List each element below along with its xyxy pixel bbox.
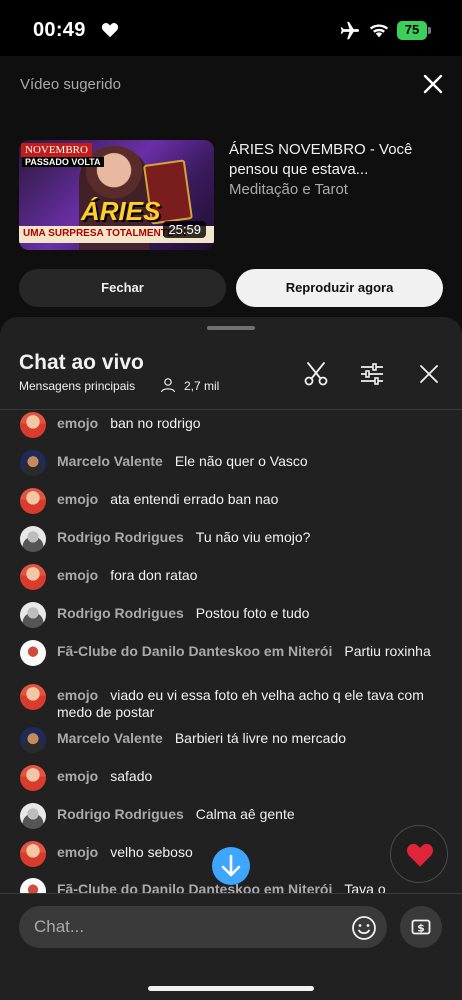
- money-icon: $: [411, 919, 431, 935]
- suggested-video-channel: Meditação e Tarot: [229, 181, 348, 198]
- message-author[interactable]: emojo: [57, 415, 98, 431]
- avatar[interactable]: [20, 765, 46, 791]
- avatar[interactable]: [20, 450, 46, 476]
- message-text: Tu não viu emojo?: [195, 529, 311, 545]
- message-text: fora don ratao: [110, 567, 198, 583]
- arrow-down-icon: [221, 854, 241, 877]
- avatar[interactable]: [20, 564, 46, 590]
- avatar[interactable]: [20, 684, 46, 710]
- scroll-to-bottom-button[interactable]: [212, 847, 250, 885]
- avatar[interactable]: [20, 526, 46, 552]
- emoji-icon[interactable]: [351, 915, 377, 941]
- message-text: Partiu roxinha: [344, 643, 431, 659]
- viewer-count: 2,7 mil: [184, 379, 220, 393]
- message-author[interactable]: emojo: [57, 567, 98, 583]
- heart-icon: [101, 23, 119, 38]
- thumbnail-badge-sub: PASSADO VOLTA: [22, 157, 104, 167]
- live-chat-sheet: Chat ao vivo Mensagens principais 2,7 mi…: [0, 317, 462, 1000]
- chat-title: Chat ao vivo: [19, 351, 144, 374]
- avatar[interactable]: [20, 841, 46, 867]
- close-button[interactable]: Fechar: [19, 269, 226, 307]
- message-text: Postou foto e tudo: [195, 605, 310, 621]
- heart-reaction-button[interactable]: [390, 825, 448, 883]
- suggested-video-title[interactable]: ÁRIES NOVEMBRO - Você pensou que estava.…: [229, 140, 429, 180]
- suggested-video-heading: Vídeo sugerido: [20, 76, 121, 93]
- wifi-icon: [369, 24, 389, 38]
- airplane-icon: [340, 21, 360, 40]
- play-now-button[interactable]: Reproduzir agora: [236, 269, 443, 307]
- status-bar: 00:49 75: [0, 0, 462, 56]
- message-author[interactable]: Rodrigo Rodrigues: [57, 806, 184, 822]
- message-author[interactable]: Rodrigo Rodrigues: [57, 605, 184, 621]
- avatar[interactable]: [20, 878, 46, 893]
- message-text: Barbieri tá livre no mercado: [174, 730, 347, 746]
- video-thumbnail[interactable]: NOVEMBRO PASSADO VOLTA ÁRIES UMA SURPRES…: [19, 140, 214, 250]
- super-chat-button[interactable]: $: [400, 906, 442, 948]
- message-author[interactable]: Marcelo Valente: [57, 453, 163, 469]
- message-author[interactable]: emojo: [57, 844, 98, 860]
- battery-level: 75: [404, 22, 420, 37]
- heart-reaction-icon: [407, 843, 433, 867]
- message-text: ban no rodrigo: [110, 415, 201, 431]
- message-text: safado: [110, 768, 153, 784]
- message-author[interactable]: Marcelo Valente: [57, 730, 163, 746]
- message-author[interactable]: emojo: [57, 491, 98, 507]
- message-author[interactable]: Rodrigo Rodrigues: [57, 529, 184, 545]
- message-author[interactable]: Fã-Clube do Danilo Danteskoo em Niterói: [57, 881, 332, 893]
- thumbnail-badge-month: NOVEMBRO: [21, 143, 92, 157]
- message-text: viado eu vi essa foto eh velha acho q el…: [57, 687, 424, 720]
- drag-handle[interactable]: [207, 326, 255, 330]
- thumbnail-sign: ÁRIES: [81, 196, 161, 226]
- avatar[interactable]: [20, 727, 46, 753]
- close-chat-icon[interactable]: [415, 360, 443, 388]
- scissors-icon[interactable]: [302, 360, 330, 388]
- chat-input[interactable]: [19, 906, 387, 948]
- message-author[interactable]: emojo: [57, 768, 98, 784]
- close-icon[interactable]: [421, 72, 445, 96]
- battery-indicator: 75: [397, 21, 431, 40]
- message-text: Ele não quer o Vasco: [174, 453, 308, 469]
- svg-text:$: $: [417, 922, 425, 935]
- avatar[interactable]: [20, 602, 46, 628]
- person-icon: [160, 378, 176, 393]
- home-indicator[interactable]: [148, 986, 314, 991]
- status-time: 00:49: [33, 19, 86, 41]
- message-text: ata entendi errado ban nao: [110, 491, 279, 507]
- message-author[interactable]: emojo: [57, 687, 98, 703]
- message-author[interactable]: Fã-Clube do Danilo Danteskoo em Niterói: [57, 643, 332, 659]
- suggested-video-panel: Vídeo sugerido NOVEMBRO PASSADO VOLTA ÁR…: [0, 56, 462, 318]
- chat-input-bar: $: [0, 893, 462, 1000]
- avatar[interactable]: [20, 803, 46, 829]
- avatar[interactable]: [20, 640, 46, 666]
- message-text: velho seboso: [110, 844, 193, 860]
- chat-message-list[interactable]: emojo ban no rodrigo Marcelo Valente Ele n…: [0, 410, 462, 893]
- message-text: Calma aê gente: [195, 806, 295, 822]
- avatar[interactable]: [20, 412, 46, 438]
- avatar[interactable]: [20, 488, 46, 514]
- chat-mode-selector[interactable]: Mensagens principais: [19, 379, 135, 393]
- message-text: Tava o: [344, 881, 386, 893]
- settings-sliders-icon[interactable]: [358, 360, 386, 388]
- video-duration: 25:59: [163, 221, 206, 238]
